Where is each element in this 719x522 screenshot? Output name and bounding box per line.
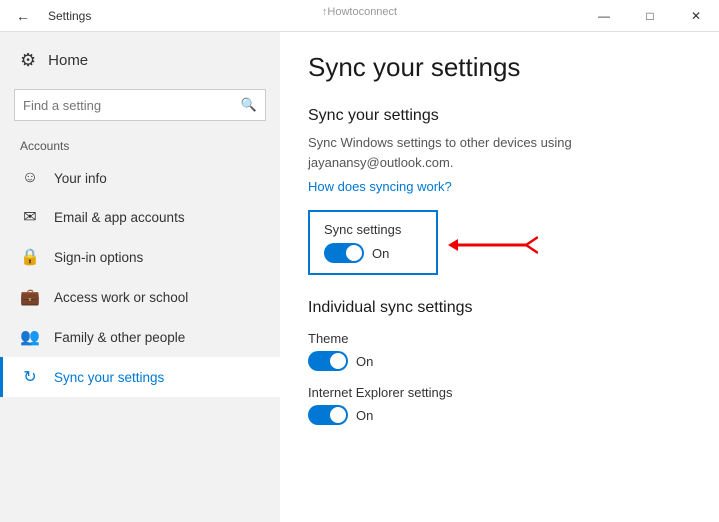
main-content: Sync your settings Sync your settings Sy…	[280, 32, 719, 522]
ie-setting: Internet Explorer settings On	[308, 385, 691, 425]
sidebar-section-title: Accounts	[0, 135, 280, 159]
watermark: ↑Howtoconnect	[322, 6, 397, 18]
sidebar-label-sync: Sync your settings	[54, 370, 164, 385]
theme-toggle-label: On	[356, 354, 373, 369]
family-icon: 👥	[20, 327, 40, 347]
minimize-button[interactable]: —	[581, 0, 627, 32]
sync-section-title: Sync your settings	[308, 107, 691, 125]
ie-toggle-row: On	[308, 405, 691, 425]
app-body: ⚙ Home 🔍 Accounts ☺ Your info ✉ Email & …	[0, 32, 719, 522]
back-button[interactable]: ←	[8, 8, 38, 24]
briefcase-icon: 💼	[20, 287, 40, 307]
theme-toggle[interactable]	[308, 351, 348, 371]
individual-section-title: Individual sync settings	[308, 299, 691, 317]
individual-sync-section: Individual sync settings Theme On Intern…	[308, 299, 691, 425]
sync-toggle[interactable]	[324, 243, 364, 263]
sidebar-item-family[interactable]: 👥 Family & other people	[0, 317, 280, 357]
title-bar-title: Settings	[48, 9, 91, 23]
sync-settings-box: Sync settings On	[308, 210, 438, 275]
search-input[interactable]	[23, 98, 241, 113]
sidebar-label-email-accounts: Email & app accounts	[54, 210, 185, 225]
theme-label: Theme	[308, 331, 691, 346]
sync-toggle-row: On	[324, 243, 422, 263]
home-icon: ⚙	[20, 50, 36, 71]
home-label: Home	[48, 52, 88, 69]
sidebar-label-your-info: Your info	[54, 171, 107, 186]
ie-toggle[interactable]	[308, 405, 348, 425]
sync-link[interactable]: How does syncing work?	[308, 179, 452, 194]
sidebar-home[interactable]: ⚙ Home	[0, 32, 280, 85]
page-title: Sync your settings	[308, 52, 691, 83]
sync-section-desc: Sync Windows settings to other devices u…	[308, 133, 691, 172]
sync-toggle-label: On	[372, 246, 389, 261]
sidebar: ⚙ Home 🔍 Accounts ☺ Your info ✉ Email & …	[0, 32, 280, 522]
person-icon: ☺	[20, 169, 40, 187]
sidebar-label-sign-in: Sign-in options	[54, 250, 143, 265]
search-icon: 🔍	[241, 97, 257, 113]
sync-settings-area: Sync settings On	[308, 210, 691, 279]
sidebar-item-work-school[interactable]: 💼 Access work or school	[0, 277, 280, 317]
sidebar-item-email-accounts[interactable]: ✉ Email & app accounts	[0, 197, 280, 237]
search-box[interactable]: 🔍	[14, 89, 266, 121]
restore-button[interactable]: □	[627, 0, 673, 32]
theme-toggle-row: On	[308, 351, 691, 371]
sidebar-label-family: Family & other people	[54, 330, 185, 345]
theme-setting: Theme On	[308, 331, 691, 371]
red-arrow-annotation	[448, 233, 538, 257]
sync-icon: ↻	[20, 367, 40, 387]
sidebar-item-sync[interactable]: ↻ Sync your settings	[0, 357, 280, 397]
ie-label: Internet Explorer settings	[308, 385, 691, 400]
sidebar-label-work-school: Access work or school	[54, 290, 188, 305]
ie-toggle-label: On	[356, 408, 373, 423]
key-icon: 🔒	[20, 247, 40, 267]
sidebar-item-your-info[interactable]: ☺ Your info	[0, 159, 280, 197]
email-icon: ✉	[20, 207, 40, 227]
title-bar: ← Settings ↑Howtoconnect — □ ✕	[0, 0, 719, 32]
close-button[interactable]: ✕	[673, 0, 719, 32]
window-controls: — □ ✕	[581, 0, 719, 32]
sync-settings-box-label: Sync settings	[324, 222, 422, 237]
sidebar-item-sign-in[interactable]: 🔒 Sign-in options	[0, 237, 280, 277]
